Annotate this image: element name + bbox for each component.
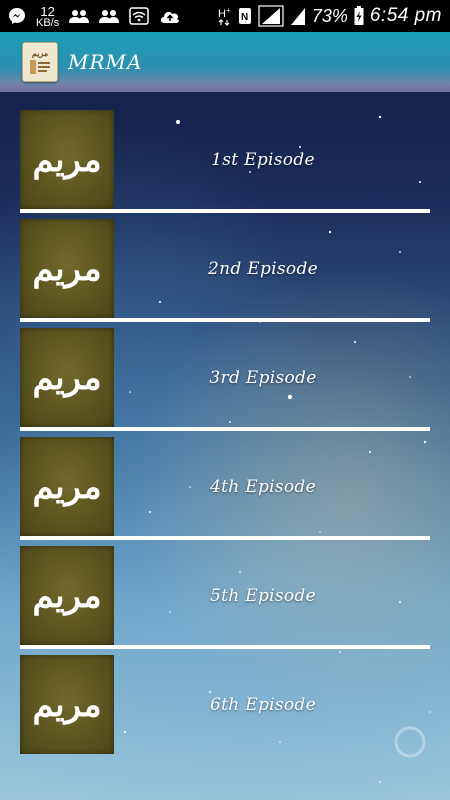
list-item-episode-6[interactable]: مریم 6th Episode (20, 655, 430, 754)
thumbnail-text: مریم (32, 575, 102, 616)
speed-unit: KB/s (36, 16, 60, 29)
episode-label: 5th Episode (210, 585, 316, 606)
svg-text:N: N (241, 12, 248, 23)
people-icon (69, 10, 90, 23)
episode-label: 3rd Episode (209, 367, 317, 388)
episode-label: 2nd Episode (208, 258, 318, 279)
episode-label: 4th Episode (210, 476, 316, 497)
battery-charging-icon (354, 6, 364, 25)
wifi-icon (129, 7, 149, 25)
clock: 6:54 pm (369, 5, 442, 26)
battery-percent: 73% (311, 5, 348, 26)
network-speed: 12 KB/s (36, 3, 60, 29)
signal-full-icon (258, 5, 284, 27)
thumbnail-text: مریم (32, 248, 102, 289)
thumbnail-text: مریم (32, 139, 102, 180)
signal-full-icon (290, 8, 305, 25)
thumbnail-text: مریم (32, 466, 102, 507)
list-item-episode-5[interactable]: مریم 5th Episode (20, 546, 430, 649)
list-item-episode-1[interactable]: مریم 1st Episode (20, 110, 430, 213)
episode-label: 1st Episode (211, 149, 315, 170)
svg-text:H: H (218, 8, 226, 20)
book-illustration-icon (30, 60, 50, 74)
episode-list: مریم 1st Episode مریم 2nd Episode مریم 3… (20, 110, 430, 760)
messenger-icon (9, 8, 25, 24)
app-bar: مریم MRMA (0, 32, 450, 92)
status-bar: 12 KB/s H + N 73% 6:54 pm (0, 0, 450, 32)
list-item-episode-2[interactable]: مریم 2nd Episode (20, 219, 430, 322)
book-cover-icon[interactable]: مریم (22, 42, 58, 82)
app-icon-text: مریم (31, 48, 49, 58)
thumbnail-text: مریم (32, 684, 102, 725)
episode-label: 6th Episode (210, 694, 316, 715)
nfc-icon: N (238, 8, 251, 24)
thumbnail-text: مریم (32, 357, 102, 398)
cloud-upload-icon (161, 11, 180, 23)
people-icon (99, 10, 120, 23)
speed-value: 12 (40, 3, 55, 19)
list-item-episode-3[interactable]: مریم 3rd Episode (20, 328, 430, 431)
list-item-episode-4[interactable]: مریم 4th Episode (20, 437, 430, 540)
app-title: MRMA (68, 50, 143, 74)
h-plus-icon: H + (218, 6, 231, 26)
svg-text:+: + (226, 6, 231, 15)
